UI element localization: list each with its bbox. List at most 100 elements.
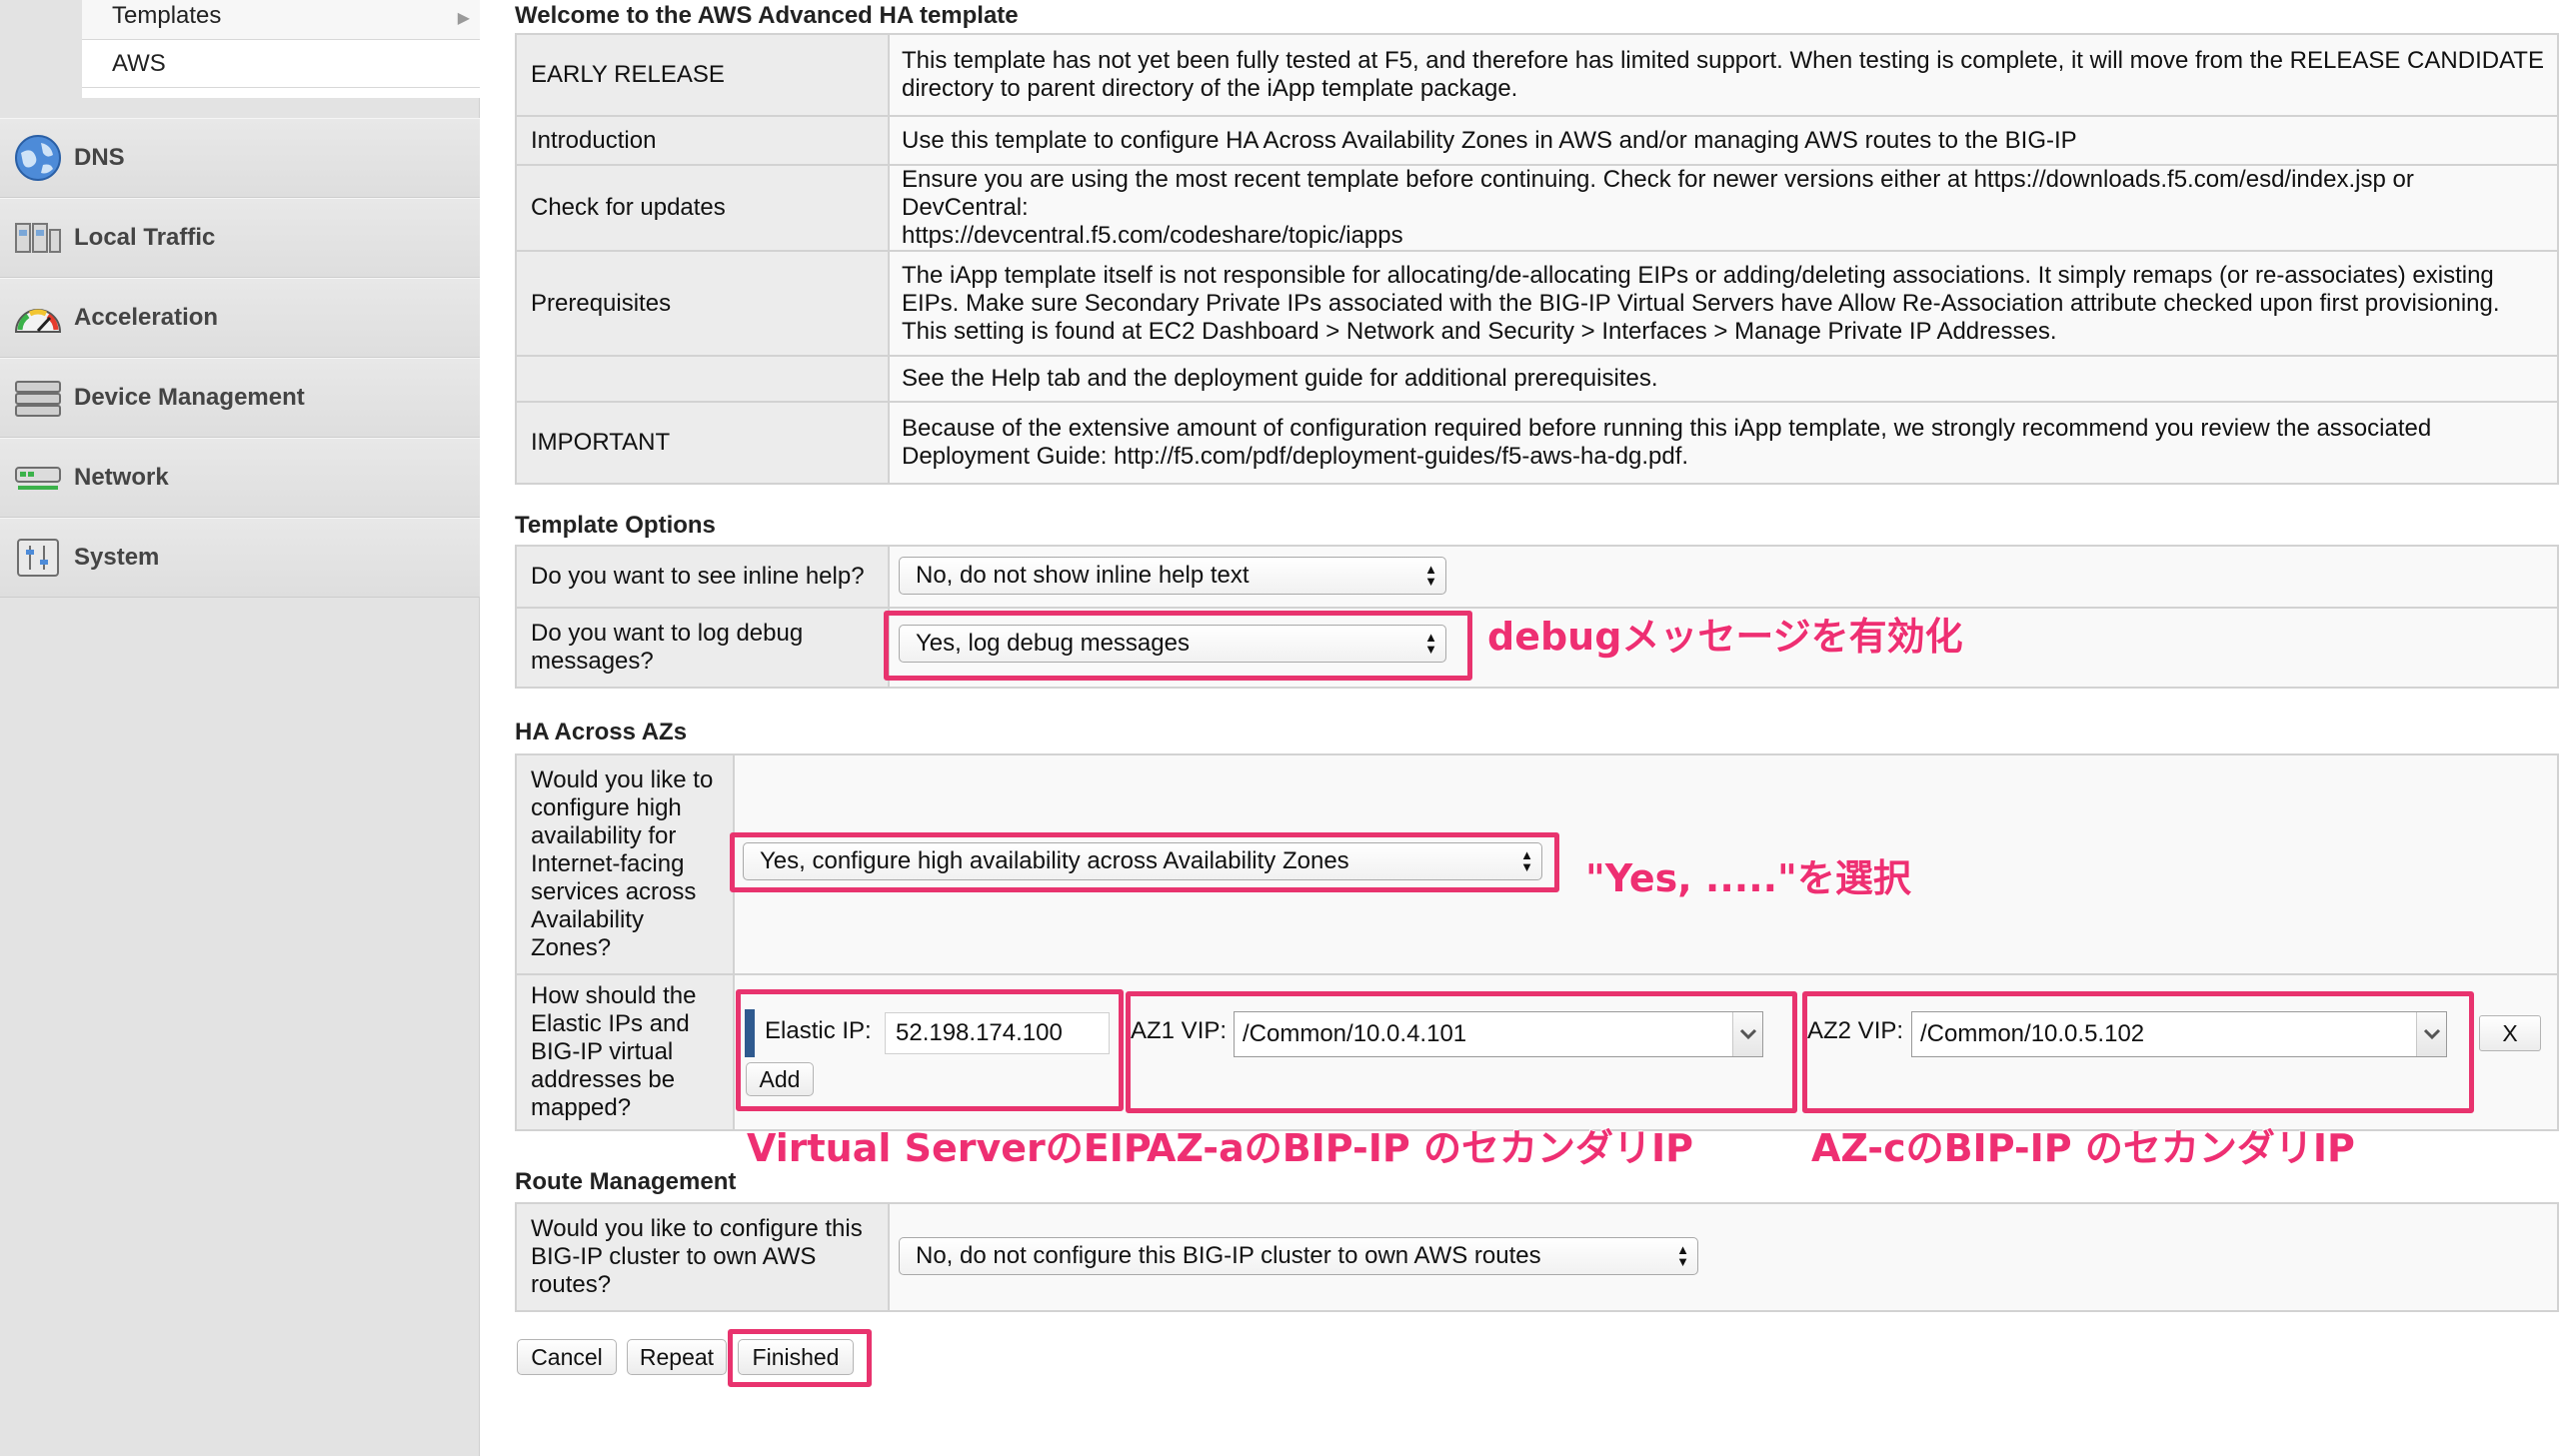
sidebar-submenu: Templates ▶ AWS	[82, 0, 480, 98]
inline-help-select[interactable]: No, do not show inline help text ▲ ▼	[899, 557, 1446, 595]
sidebar-item-dns[interactable]: DNS	[0, 118, 480, 198]
welcome-title: Welcome to the AWS Advanced HA template	[515, 2, 1019, 29]
route-label-line: routes?	[531, 1271, 612, 1298]
row-label: Prerequisites	[515, 250, 890, 357]
ha-label-line: Would you like to	[531, 766, 714, 793]
sidebar-nav: DNS Local Traffic Acceleration Device Ma…	[0, 118, 480, 598]
ha-configure-label: Would you like to configure high availab…	[515, 753, 735, 975]
ha-label-line: How should the	[531, 982, 697, 1009]
ha-label-line: services across	[531, 878, 697, 905]
route-label: Would you like to configure this BIG-IP …	[515, 1202, 890, 1312]
sidebar-item-acceleration[interactable]: Acceleration	[0, 278, 480, 358]
row-value: The iApp template itself is not responsi…	[888, 250, 2559, 357]
row-label: EARLY RELEASE	[515, 33, 890, 117]
ha-label-line: configure high	[531, 794, 682, 821]
sidebar-label-network: Network	[74, 464, 169, 491]
sidebar-item-network[interactable]: Network	[0, 438, 480, 518]
row-value-line: Because of the extensive amount of confi…	[902, 415, 2432, 442]
annotation-box-az2	[1802, 991, 2474, 1113]
submenu-aws-label: AWS	[112, 49, 166, 77]
ha-label-line: Elastic IPs and	[531, 1010, 690, 1037]
debug-label-line: Do you want to log debug	[531, 620, 804, 647]
template-options-title: Template Options	[515, 512, 716, 539]
remove-row-button[interactable]: X	[2479, 1015, 2541, 1051]
table-row: See the Help tab and the deployment guid…	[515, 355, 2559, 403]
submenu-item-aws[interactable]: AWS	[82, 40, 480, 88]
ha-label-line: availability for	[531, 822, 677, 849]
ha-mapping-label: How should the Elastic IPs and BIG-IP vi…	[515, 973, 735, 1131]
route-title: Route Management	[515, 1168, 737, 1195]
debug-label: Do you want to log debug messages?	[515, 607, 890, 689]
local-traffic-icon	[10, 210, 66, 266]
updown-arrows-icon: ▲ ▼	[1424, 562, 1437, 589]
route-label-line: BIG-IP cluster to own AWS	[531, 1243, 817, 1270]
cancel-button[interactable]: Cancel	[517, 1339, 617, 1375]
row-value: Because of the extensive amount of confi…	[888, 401, 2559, 485]
table-row: Prerequisites The iApp template itself i…	[515, 250, 2559, 357]
updown-arrows-icon: ▲ ▼	[1676, 1242, 1689, 1269]
sidebar-item-device-management[interactable]: Device Management	[0, 358, 480, 438]
annotation-az-c: AZ-cのBIP-IP のセカンダリIP	[1811, 1126, 2355, 1170]
network-icon	[10, 450, 66, 506]
ha-label-line: mapped?	[531, 1094, 632, 1121]
annotation-yes: "Yes, ....."を選択	[1585, 856, 1911, 900]
annotation-box-eip	[736, 989, 1124, 1111]
row-label: Check for updates	[515, 164, 890, 252]
sidebar: Templates ▶ AWS DNS Local Traffic Accele…	[0, 0, 480, 1456]
annotation-box-debug	[884, 611, 1472, 681]
row-value: See the Help tab and the deployment guid…	[888, 355, 2559, 403]
repeat-button[interactable]: Repeat	[627, 1339, 727, 1375]
row-value-line: The iApp template itself is not responsi…	[902, 261, 2494, 289]
welcome-table: EARLY RELEASE This template has not yet …	[515, 33, 2559, 485]
row-value-line: https://devcentral.f5.com/codeshare/topi…	[902, 222, 1403, 249]
device-icon	[10, 370, 66, 426]
row-value: This template has not yet been fully tes…	[888, 33, 2559, 117]
table-row: EARLY RELEASE This template has not yet …	[515, 33, 2559, 117]
route-label-line: Would you like to configure this	[531, 1215, 863, 1242]
sidebar-label-dns: DNS	[74, 144, 125, 171]
sidebar-item-local-traffic[interactable]: Local Traffic	[0, 198, 480, 278]
ha-label-line: Zones?	[531, 934, 612, 961]
annotation-eip: Virtual ServerのEIP	[747, 1126, 1152, 1170]
submenu-templates-label: Templates	[112, 2, 222, 29]
sidebar-item-system[interactable]: System	[0, 518, 480, 598]
annotation-debug: debugメッセージを有効化	[1487, 615, 1963, 659]
ha-label-line: Internet-facing	[531, 850, 685, 877]
row-label: IMPORTANT	[515, 401, 890, 485]
row-value-line: See the Help tab and the deployment guid…	[902, 365, 1658, 392]
ha-label-line: BIG-IP virtual	[531, 1038, 674, 1065]
sidebar-label-local-traffic: Local Traffic	[74, 224, 216, 251]
table-row: IMPORTANT Because of the extensive amoun…	[515, 401, 2559, 485]
ha-label-line: Availability	[531, 906, 644, 933]
row-value-line: Ensure you are using the most recent tem…	[902, 166, 2414, 221]
annotation-box-finished	[728, 1329, 872, 1387]
gauge-icon	[10, 290, 66, 346]
table-row: Introduction Use this template to config…	[515, 115, 2559, 166]
row-value-line: Use this template to configure HA Across…	[902, 126, 2077, 154]
sidebar-label-device-management: Device Management	[74, 384, 305, 411]
annotation-box-az1	[1126, 991, 1797, 1113]
route-select[interactable]: No, do not configure this BIG-IP cluster…	[899, 1237, 1698, 1275]
row-value-line: Deployment Guide: http://f5.com/pdf/depl…	[902, 443, 1689, 470]
route-selected: No, do not configure this BIG-IP cluster…	[916, 1242, 1541, 1269]
row-value-line: directory to parent directory of the iAp…	[902, 75, 1518, 102]
row-label	[515, 355, 890, 403]
annotation-az-a: AZ-aのBIP-IP のセカンダリIP	[1147, 1126, 1693, 1170]
row-label: Introduction	[515, 115, 890, 166]
inline-help-selected: No, do not show inline help text	[916, 562, 1250, 589]
row-value: Ensure you are using the most recent tem…	[888, 164, 2559, 252]
globe-icon	[10, 130, 66, 186]
row-value: Use this template to configure HA Across…	[888, 115, 2559, 166]
debug-label-line: messages?	[531, 648, 654, 675]
inline-help-label: Do you want to see inline help?	[515, 545, 890, 609]
row-value-line: This setting is found at EC2 Dashboard >…	[902, 317, 2057, 345]
submenu-item-templates[interactable]: Templates ▶	[82, 0, 480, 40]
row-value-line: This template has not yet been fully tes…	[902, 47, 2544, 74]
row-value-line: EIPs. Make sure Secondary Private IPs as…	[902, 289, 2500, 317]
annotation-box-yes	[730, 832, 1559, 892]
chevron-right-icon: ▶	[457, 10, 470, 27]
ha-label-line: addresses be	[531, 1066, 676, 1093]
table-row: Check for updates Ensure you are using t…	[515, 164, 2559, 252]
table-row: Do you want to see inline help?	[515, 545, 2559, 609]
system-icon	[10, 530, 66, 586]
